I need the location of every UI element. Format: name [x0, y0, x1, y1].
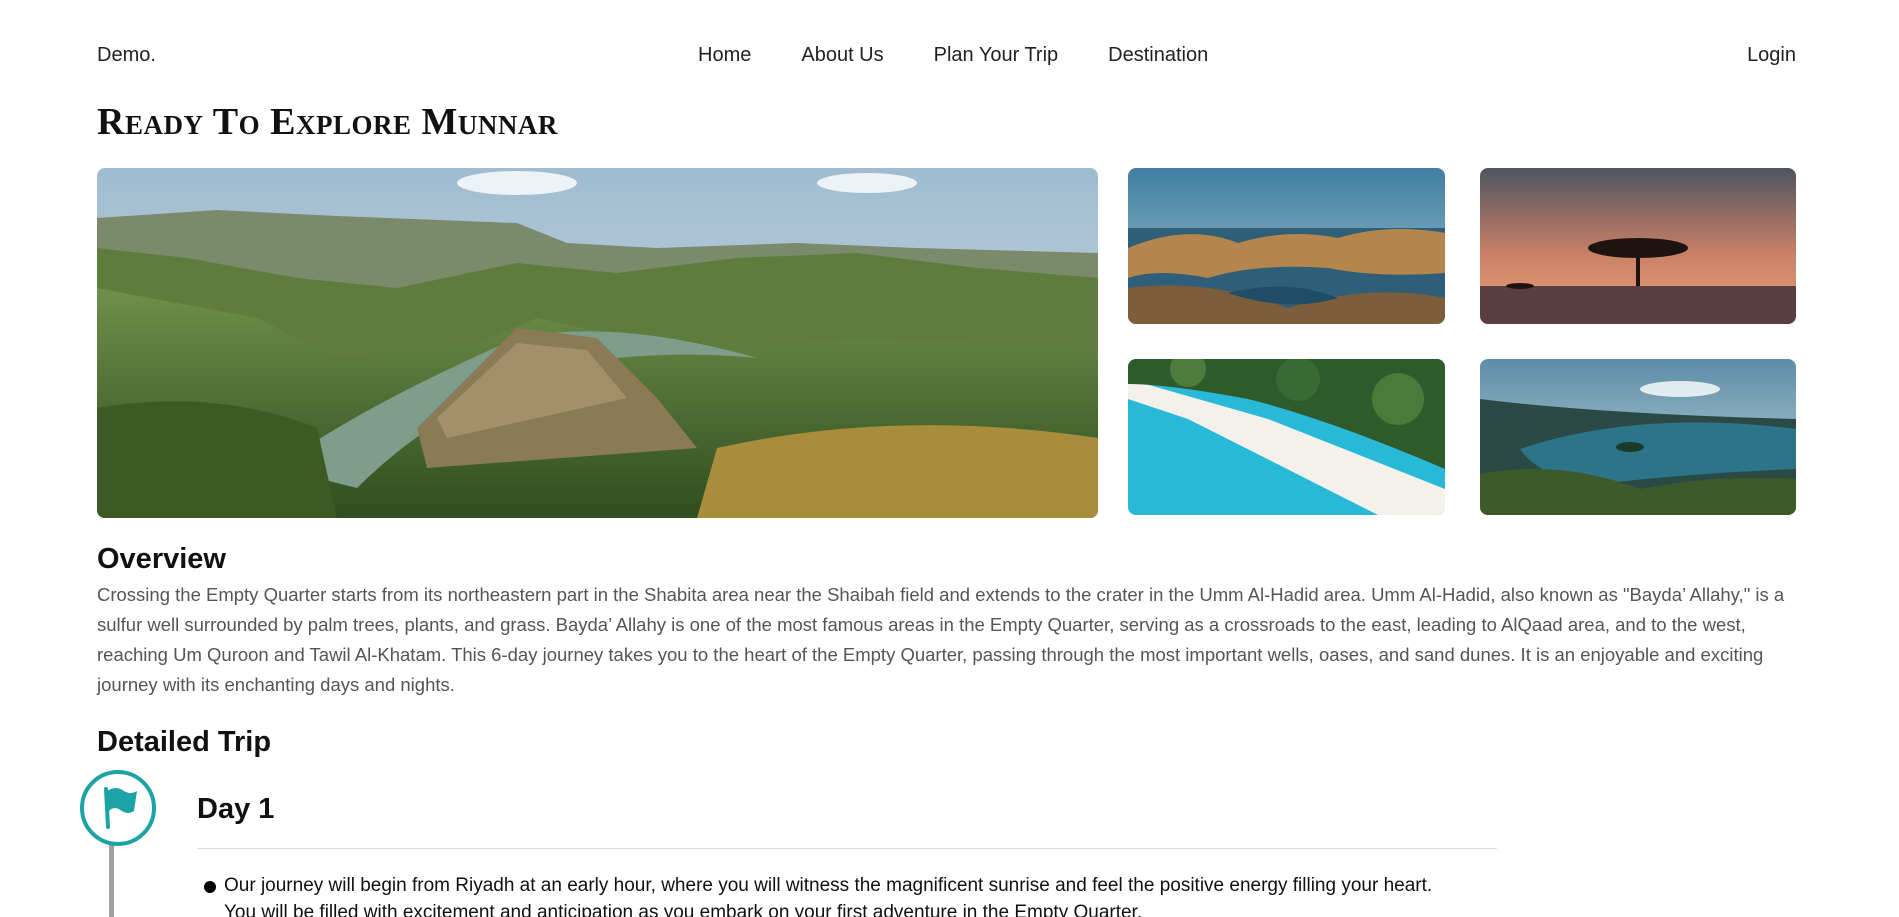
- main-nav: Home About Us Plan Your Trip Destination: [698, 44, 1208, 67]
- login-link[interactable]: Login: [1747, 44, 1796, 67]
- day-divider: [197, 848, 1497, 849]
- list-item: Our journey will begin from Riyadh at an…: [204, 872, 1464, 917]
- overview-text: Crossing the Empty Quarter starts from i…: [97, 584, 1785, 695]
- overview-heading: Overview: [97, 543, 226, 575]
- photo-savanna-sunset[interactable]: [1480, 168, 1796, 324]
- flag-icon: [96, 783, 140, 834]
- nav-home[interactable]: Home: [698, 44, 751, 67]
- day-activity-list: Our journey will begin from Riyadh at an…: [204, 872, 1464, 917]
- nav-about-us[interactable]: About Us: [801, 44, 883, 67]
- timeline-line: [109, 842, 114, 917]
- detailed-trip-heading: Detailed Trip: [97, 726, 272, 758]
- nav-destination[interactable]: Destination: [1108, 44, 1208, 67]
- brand-logo[interactable]: Demo.: [97, 44, 156, 67]
- page-title: Ready To Explore Munnar: [97, 101, 558, 143]
- timeline-marker: [80, 770, 156, 846]
- photo-coastal-islands[interactable]: [1128, 168, 1445, 324]
- nav-plan-your-trip[interactable]: Plan Your Trip: [934, 44, 1059, 67]
- photo-tropical-beach[interactable]: [1128, 359, 1445, 515]
- navbar: Demo. Home About Us Plan Your Trip Desti…: [0, 0, 1899, 112]
- day-title: Day 1: [197, 793, 275, 825]
- main-photo-mountain-canyon[interactable]: [97, 168, 1098, 518]
- photo-lake-forest[interactable]: [1480, 359, 1796, 515]
